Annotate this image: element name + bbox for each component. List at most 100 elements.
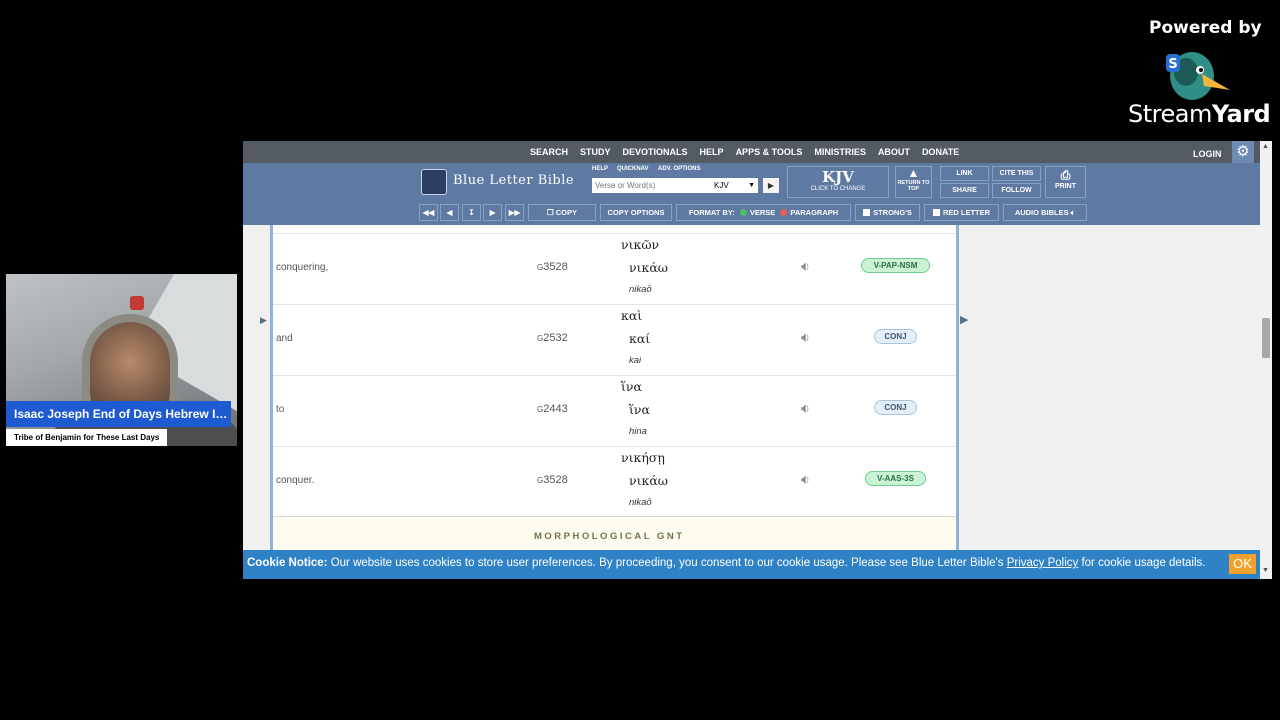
- help-link[interactable]: HELP: [592, 166, 608, 172]
- greek-lemma[interactable]: νικάω: [629, 260, 668, 275]
- greek-inflected: νικῶν: [621, 237, 660, 252]
- blb-header: Blue Letter Bible HELP QUICKNAV ADV. OPT…: [243, 163, 1260, 225]
- pronounce-speaker-icon[interactable]: 🔉︎: [801, 329, 821, 345]
- return-to-top-button[interactable]: ▲ RETURN TO TOP: [895, 166, 932, 198]
- greek-inflected: ἵνα: [621, 379, 642, 394]
- version-select[interactable]: KJV ▼: [710, 178, 758, 193]
- rewind-icon: ◀◀: [422, 208, 435, 217]
- cite-this-button[interactable]: CITE THIS: [992, 166, 1041, 181]
- expand-right-icon[interactable]: ▶: [960, 313, 968, 326]
- transliteration: nikaō: [629, 497, 652, 508]
- verse-radio[interactable]: [739, 209, 747, 216]
- scroll-down-icon[interactable]: ▼: [1262, 567, 1269, 574]
- scroll-up-icon[interactable]: ▲: [1262, 143, 1269, 150]
- transliteration: kai: [629, 355, 642, 366]
- powered-by-label: Powered by: [1149, 18, 1262, 38]
- audio-bibles-button[interactable]: AUDIO BIBLES 🔈︎: [1003, 204, 1087, 221]
- share-button[interactable]: SHARE: [940, 183, 989, 198]
- speaker-icon: 🔈︎: [1070, 208, 1076, 217]
- table-row: to G2443 ἵνα ἵνα hina 🔉︎ CONJ: [273, 375, 956, 447]
- morphology-tag[interactable]: V-AAS-3S: [865, 471, 926, 486]
- adv-options-link[interactable]: ADV. OPTIONS: [658, 166, 700, 172]
- chapter-list-button[interactable]: ↧: [462, 204, 481, 221]
- nav-search[interactable]: SEARCH: [524, 141, 574, 163]
- nav-help[interactable]: HELP: [694, 141, 730, 163]
- format-by-group: FORMAT BY: VERSE PARAGRAPH: [676, 204, 851, 221]
- privacy-policy-link[interactable]: Privacy Policy: [1007, 557, 1079, 569]
- table-row: and G2532 καὶ καί kai 🔉︎ CONJ: [273, 304, 956, 376]
- english-word: to: [276, 404, 285, 415]
- gear-icon[interactable]: ⚙: [1232, 141, 1254, 163]
- table-row: conquering, G3528 νικῶν νικάω nikaō 🔉︎ V…: [273, 233, 956, 305]
- prev-chapter-button[interactable]: ◀: [440, 204, 459, 221]
- first-chapter-button[interactable]: ◀◀: [419, 204, 438, 221]
- last-chapter-button[interactable]: ▶▶: [505, 204, 524, 221]
- streamyard-duck-logo-icon: S: [1166, 52, 1230, 100]
- page-scrollbar[interactable]: ▲ ▼: [1260, 141, 1272, 579]
- play-icon: ▶: [767, 181, 775, 190]
- greek-lemma[interactable]: νικάω: [629, 473, 668, 488]
- pronounce-speaker-icon[interactable]: 🔉︎: [801, 258, 821, 274]
- fire-alarm-icon: [130, 296, 144, 310]
- prev-icon: ◀: [446, 208, 453, 217]
- strongs-number-link[interactable]: G2443: [537, 403, 568, 415]
- top-nav: SEARCH STUDY DEVOTIONALS HELP APPS & TOO…: [243, 141, 1260, 163]
- copy-options-button[interactable]: COPY OPTIONS: [600, 204, 672, 221]
- nav-ministries[interactable]: MINISTRIES: [808, 141, 872, 163]
- interlinear-content: ▶ ▶ conquering, G3528 νικῶν νικάω nikaō …: [243, 225, 1260, 579]
- quicknav-link[interactable]: QUICKNAV: [617, 166, 649, 172]
- nav-study[interactable]: STUDY: [574, 141, 617, 163]
- strongs-number-link[interactable]: G3528: [537, 261, 568, 273]
- speaker-subtitle: Tribe of Benjamin for These Last Days: [6, 429, 168, 446]
- morphology-tag[interactable]: CONJ: [874, 329, 917, 344]
- speaker-name-tag: Isaac Joseph End of Days Hebrew Isr…: [6, 401, 231, 427]
- streamyard-wordmark: StreamYard: [1128, 100, 1271, 128]
- print-button[interactable]: ⎙ PRINT: [1045, 166, 1086, 198]
- greek-lemma[interactable]: καί: [629, 331, 650, 346]
- pronounce-speaker-icon[interactable]: 🔉︎: [801, 400, 821, 416]
- verse-search-input[interactable]: [592, 178, 711, 193]
- english-word: conquer.: [276, 475, 315, 486]
- english-word: conquering,: [276, 262, 329, 273]
- transliteration: nikaō: [629, 284, 652, 295]
- english-word: and: [276, 333, 293, 344]
- follow-button[interactable]: FOLLOW: [992, 183, 1041, 198]
- strongs-number-link[interactable]: G3528: [537, 474, 568, 486]
- collapse-left-icon[interactable]: ▶: [260, 315, 267, 326]
- strongs-checkbox[interactable]: [863, 209, 871, 216]
- paragraph-radio[interactable]: [780, 209, 788, 216]
- bible-logo-icon[interactable]: [421, 169, 447, 195]
- nav-donate[interactable]: DONATE: [916, 141, 965, 163]
- red-letter-toggle[interactable]: RED LETTER: [924, 204, 999, 221]
- up-arrow-icon: ▲: [907, 166, 920, 180]
- link-button[interactable]: LINK: [940, 166, 989, 181]
- strongs-number-link[interactable]: G2532: [537, 332, 568, 344]
- nav-about[interactable]: ABOUT: [872, 141, 916, 163]
- table-row: conquer. G3528 νικήσῃ νικάω nikaō 🔉︎ V-A…: [273, 446, 956, 518]
- scrollbar-thumb[interactable]: [1262, 318, 1270, 358]
- browser-viewport: SEARCH STUDY DEVOTIONALS HELP APPS & TOO…: [243, 141, 1272, 579]
- copy-icon: ❐: [546, 208, 556, 217]
- greek-lemma[interactable]: ἵνα: [629, 402, 650, 417]
- cookie-ok-button[interactable]: OK: [1229, 554, 1256, 574]
- interlinear-panel: conquering, G3528 νικῶν νικάω nikaō 🔉︎ V…: [270, 225, 959, 579]
- greek-inflected: νικήσῃ: [621, 450, 665, 465]
- svg-text:S: S: [1168, 57, 1177, 72]
- printer-icon: ⎙: [1060, 168, 1071, 182]
- morphology-tag[interactable]: V-PAP-NSM: [861, 258, 930, 273]
- nav-devotionals[interactable]: DEVOTIONALS: [617, 141, 694, 163]
- section-heading: MORPHOLOGICAL GNT: [534, 531, 685, 542]
- fast-forward-icon: ▶▶: [508, 208, 521, 217]
- red-letter-checkbox[interactable]: [932, 209, 940, 216]
- copy-button[interactable]: ❐ COPY: [528, 204, 596, 221]
- search-go-button[interactable]: ▶: [763, 178, 779, 193]
- nav-apps-tools[interactable]: APPS & TOOLS: [730, 141, 809, 163]
- morphology-tag[interactable]: CONJ: [874, 400, 917, 415]
- pronounce-speaker-icon[interactable]: 🔉︎: [801, 471, 821, 487]
- version-change-button[interactable]: KJV CLICK TO CHANGE: [787, 166, 889, 198]
- transliteration: hina: [629, 426, 647, 437]
- cookie-notice-banner: Cookie Notice: Our website uses cookies …: [243, 550, 1260, 579]
- strongs-toggle[interactable]: STRONG'S: [855, 204, 920, 221]
- site-logo-text[interactable]: Blue Letter Bible: [453, 173, 574, 188]
- next-chapter-button[interactable]: ▶: [483, 204, 502, 221]
